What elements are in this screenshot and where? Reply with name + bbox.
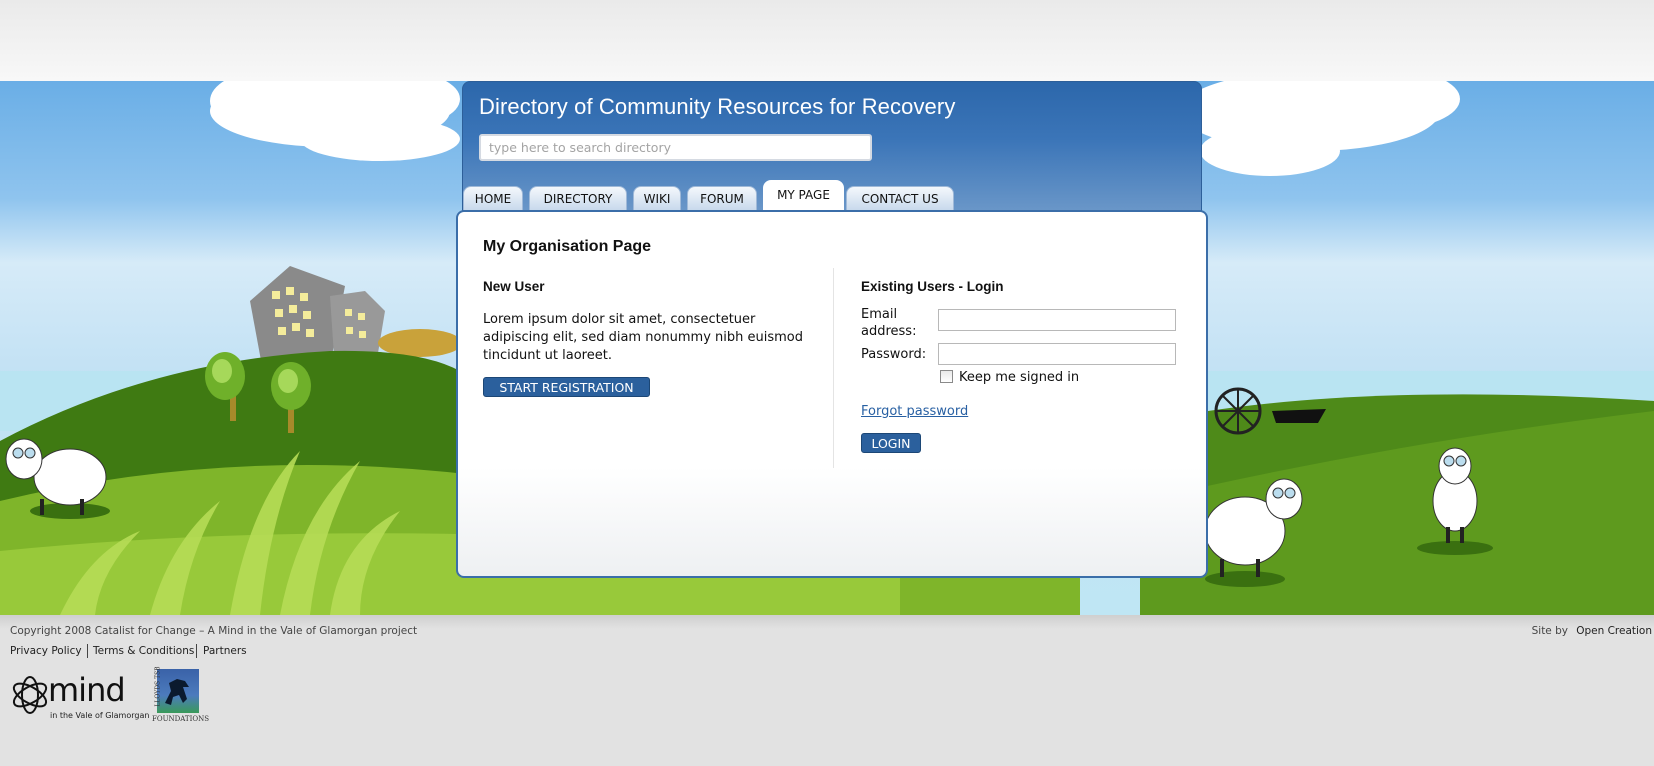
lloyds-logo-subtext: FOUNDATIONS <box>152 715 209 723</box>
ferris-wheel <box>1214 387 1262 435</box>
lloyds-horse-icon <box>157 669 199 713</box>
new-user-heading: New User <box>483 279 545 294</box>
login-heading: Existing Users - Login <box>861 279 1004 294</box>
keep-signed-in-label: Keep me signed in <box>959 370 1080 385</box>
tab-contact-us-label: CONTACT US <box>861 191 939 206</box>
tab-my-page[interactable]: MY PAGE <box>763 180 844 211</box>
tab-wiki[interactable]: WIKI <box>633 186 681 210</box>
tab-home[interactable]: HOME <box>463 186 523 210</box>
mind-logo-text: mind <box>48 671 126 709</box>
partners-link[interactable]: Partners <box>203 645 247 657</box>
terms-conditions-link[interactable]: Terms & Conditions <box>93 645 194 657</box>
mind-logo-subtext: in the Vale of Glamorgan <box>50 711 150 720</box>
tab-contact-us[interactable]: CONTACT US <box>846 186 954 210</box>
copyright-text: Copyright 2008 Catalist for Change – A M… <box>10 625 418 637</box>
login-button-label: LOGIN <box>871 435 911 451</box>
footer-separator <box>196 644 197 658</box>
start-registration-button[interactable]: START REGISTRATION <box>483 377 650 397</box>
keep-signed-in-checkbox[interactable] <box>940 370 953 383</box>
open-creation-link[interactable]: Open Creation <box>1576 625 1652 637</box>
lloyds-logo-text: LLOYDS TSB <box>154 666 162 707</box>
email-field[interactable] <box>938 309 1176 331</box>
site-by-text: Site by <box>1531 625 1568 637</box>
search-input[interactable] <box>479 134 872 161</box>
page-title: My Organisation Page <box>483 238 652 255</box>
login-button[interactable]: LOGIN <box>861 433 921 453</box>
site-title: Directory of Community Resources for Rec… <box>479 94 956 119</box>
tab-forum[interactable]: FORUM <box>687 186 757 210</box>
mind-logo[interactable]: mind in the Vale of Glamorgan <box>10 667 149 723</box>
tab-directory-label: DIRECTORY <box>543 191 613 206</box>
footer-separator <box>87 644 88 658</box>
forgot-password-link[interactable]: Forgot password <box>861 404 968 419</box>
lloyds-tsb-logo[interactable]: LLOYDS TSB FOUNDATIONS <box>152 666 209 725</box>
top-band <box>0 0 1654 81</box>
privacy-policy-link[interactable]: Privacy Policy <box>10 645 82 657</box>
boat <box>1272 409 1326 423</box>
footer: Copyright 2008 Catalist for Change – A M… <box>0 615 1654 766</box>
new-user-description: Lorem ipsum dolor sit amet, consectetuer… <box>483 312 804 363</box>
password-field[interactable] <box>938 343 1176 365</box>
tab-wiki-label: WIKI <box>643 191 671 206</box>
tab-home-label: HOME <box>474 191 512 206</box>
password-label: Password: <box>861 347 927 362</box>
tab-my-page-label: MY PAGE <box>777 187 830 202</box>
email-label: Email address: <box>861 307 917 339</box>
mind-star-icon <box>12 676 48 714</box>
column-divider <box>833 268 834 468</box>
start-registration-label: START REGISTRATION <box>499 379 634 395</box>
tab-forum-label: FORUM <box>700 191 744 206</box>
content-panel: My Organisation Page New User Lorem ipsu… <box>456 210 1208 578</box>
tab-directory[interactable]: DIRECTORY <box>529 186 627 210</box>
